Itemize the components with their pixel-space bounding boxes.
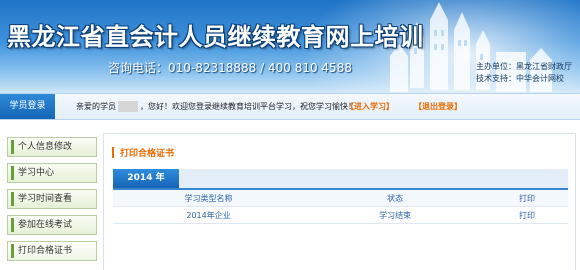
sidebar-item-study-time[interactable]: 学习时间查看 <box>7 189 97 209</box>
tech-support-text: 技术支持：中华会计网校 <box>476 74 564 83</box>
table-header-row: 学习类型名称 状态 打印 <box>113 190 568 207</box>
sidebar-bullet <box>11 140 14 154</box>
sidebar-item-study-center[interactable]: 学习中心 <box>7 163 97 183</box>
cell-study-type: 2014年企业 <box>113 206 305 224</box>
organization-info: 主办单位：黑龙江省财政厅 技术支持：中华会计网校 <box>476 61 572 85</box>
sidebar-bullet <box>11 192 14 206</box>
page-title: 打印合格证书 <box>120 149 175 159</box>
print-link[interactable]: 打印 <box>519 211 535 220</box>
column-header-status: 状态 <box>304 190 487 207</box>
greeting-prefix: 亲爱的学员 <box>76 102 116 111</box>
header-banner: 黑龙江省直会计人员继续教育网上培训 咨询电话：010-82318888 / 40… <box>0 0 580 93</box>
hotline-text: 咨询电话：010-82318888 / 400 810 4588 <box>108 61 352 75</box>
sidebar-item-label: 学习时间查看 <box>18 194 73 204</box>
column-header-print: 打印 <box>486 190 568 207</box>
sidebar-item-profile-edit[interactable]: 个人信息修改 <box>7 137 97 157</box>
welcome-message: 亲爱的学员 ，您好！欢迎您登录继续教育培训平台学习，祝您学习愉快！ <box>76 94 356 119</box>
sidebar-item-label: 打印合格证书 <box>18 246 73 256</box>
site-title: 黑龙江省直会计人员继续教育网上培训 <box>7 23 424 51</box>
status-bar: 学员登录 亲爱的学员 ，您好！欢迎您登录继续教育培训平台学习，祝您学习愉快！ 【进… <box>0 93 580 120</box>
main-panel: 打印合格证书 2014 年 学习类型名称 状态 打印 2014年企业 学习结束 … <box>103 133 576 270</box>
sidebar-item-print-certificate[interactable]: 打印合格证书 <box>7 241 97 261</box>
sidebar-bullet <box>11 218 14 232</box>
cell-print: 打印 <box>486 206 568 224</box>
logout-link[interactable]: 【退出登录】 <box>414 94 462 119</box>
redacted-username <box>118 101 138 112</box>
sidebar-bullet <box>11 244 14 258</box>
student-login-tab[interactable]: 学员登录 <box>0 94 55 119</box>
sidebar-item-label: 参加在线考试 <box>18 220 73 230</box>
sidebar: 个人信息修改 学习中心 学习时间查看 参加在线考试 打印合格证书 <box>0 120 100 270</box>
sidebar-bullet <box>11 166 14 180</box>
sidebar-item-online-exam[interactable]: 参加在线考试 <box>7 215 97 235</box>
greeting-suffix: ，您好！欢迎您登录继续教育培训平台学习，祝您学习愉快！ <box>140 102 356 111</box>
title-marker <box>112 147 114 158</box>
tab-year-2014[interactable]: 2014 年 <box>113 169 179 188</box>
table-row: 2014年企业 学习结束 打印 <box>113 206 568 224</box>
year-tab-strip: 2014 年 <box>113 169 568 190</box>
sponsor-text: 主办单位：黑龙江省财政厅 <box>476 62 572 71</box>
sidebar-item-label: 学习中心 <box>18 168 55 178</box>
column-header-type: 学习类型名称 <box>113 190 305 207</box>
sidebar-item-label: 个人信息修改 <box>18 142 73 152</box>
enter-study-link[interactable]: 【进入学习】 <box>346 94 394 119</box>
certificate-table: 学习类型名称 状态 打印 2014年企业 学习结束 打印 <box>113 190 568 224</box>
cell-status: 学习结束 <box>304 206 487 224</box>
